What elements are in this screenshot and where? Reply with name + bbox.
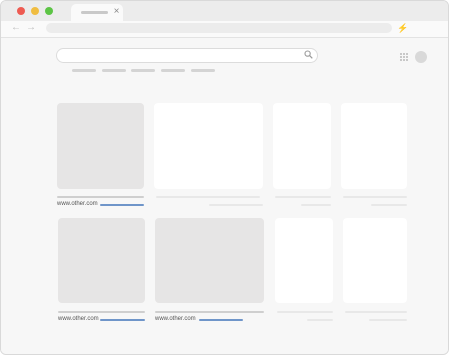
browser-tab[interactable]: × <box>71 4 123 21</box>
result-link-placeholder <box>301 204 331 206</box>
result-source-label[interactable]: www.other.com <box>58 315 99 323</box>
result-title-placeholder <box>155 311 264 313</box>
result-title-placeholder <box>343 196 407 198</box>
result-title-placeholder <box>57 196 144 198</box>
filter-tab[interactable] <box>191 69 215 72</box>
browser-window: × ← → ⚡ www.other.com www.other.com www.… <box>0 0 449 355</box>
title-bar: × <box>1 1 448 21</box>
result-title-placeholder <box>58 311 145 313</box>
result-link-placeholder <box>369 319 407 321</box>
browser-toolbar: ← → ⚡ <box>1 21 448 38</box>
result-thumbnail[interactable] <box>343 218 407 303</box>
result-thumbnail[interactable] <box>57 103 144 189</box>
zoom-window-button[interactable] <box>45 7 53 15</box>
result-thumbnail[interactable] <box>341 103 407 189</box>
address-bar[interactable] <box>46 23 392 33</box>
result-thumbnail[interactable] <box>155 218 264 303</box>
close-icon[interactable]: × <box>112 6 121 18</box>
avatar[interactable] <box>415 51 427 63</box>
filter-tabs <box>1 69 448 73</box>
result-thumbnail[interactable] <box>58 218 145 303</box>
minimize-window-button[interactable] <box>31 7 39 15</box>
result-link-placeholder[interactable] <box>100 204 144 206</box>
search-input[interactable] <box>56 48 318 63</box>
forward-arrow-icon[interactable]: → <box>26 22 36 34</box>
result-link-placeholder <box>371 204 407 206</box>
result-link-placeholder <box>209 204 263 206</box>
back-arrow-icon[interactable]: ← <box>11 22 21 34</box>
result-source-label[interactable]: www.other.com <box>155 315 196 323</box>
result-link-placeholder <box>307 319 333 321</box>
apps-grid-icon[interactable] <box>400 53 408 61</box>
result-thumbnail[interactable] <box>154 103 263 189</box>
filter-tab[interactable] <box>161 69 185 72</box>
result-link-placeholder[interactable] <box>199 319 243 321</box>
result-link-placeholder[interactable] <box>100 319 145 321</box>
tab-title-placeholder <box>81 11 108 14</box>
filter-tab[interactable] <box>131 69 155 72</box>
extension-icon[interactable]: ⚡ <box>397 22 408 34</box>
search-icon[interactable] <box>303 50 313 62</box>
filter-tab[interactable] <box>72 69 96 72</box>
close-window-button[interactable] <box>17 7 25 15</box>
result-title-placeholder <box>277 311 333 313</box>
filter-tab[interactable] <box>102 69 126 72</box>
search-results-page: www.other.com www.other.com www.other.co… <box>1 38 448 354</box>
result-thumbnail[interactable] <box>275 218 333 303</box>
result-title-placeholder <box>345 311 407 313</box>
result-title-placeholder <box>275 196 331 198</box>
result-thumbnail[interactable] <box>273 103 331 189</box>
result-source-label[interactable]: www.other.com <box>57 200 98 208</box>
result-title-placeholder <box>156 196 260 198</box>
